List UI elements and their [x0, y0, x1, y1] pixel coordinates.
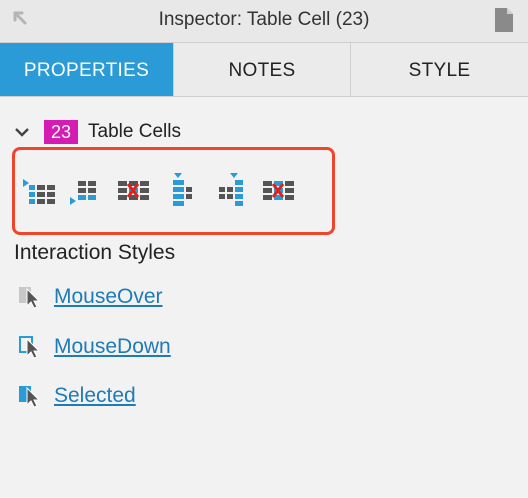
table-tools-group [12, 147, 335, 235]
mouseover-cursor-icon [19, 287, 41, 309]
inspector-title: Inspector: Table Cell (23) [158, 9, 370, 30]
mousedown-cursor-icon [19, 336, 41, 359]
interaction-style-mouseover[interactable]: MouseOver [18, 283, 163, 311]
interaction-style-mousedown[interactable]: MouseDown [18, 333, 171, 361]
mouseover-link[interactable]: MouseOver [54, 285, 163, 309]
delete-row-icon[interactable] [261, 172, 297, 208]
inspector-titlebar: Inspector: Table Cell (23) [0, 0, 528, 43]
chevron-down-icon[interactable] [12, 122, 32, 142]
interaction-styles-heading: Interaction Styles [14, 241, 176, 264]
tab-notes[interactable]: NOTES [173, 43, 351, 96]
table-cells-section-header[interactable]: 23 Table Cells [12, 118, 181, 146]
delete-column-icon[interactable] [116, 172, 152, 208]
insert-column-right-icon[interactable] [68, 172, 104, 208]
mousedown-link[interactable]: MouseDown [54, 335, 171, 359]
selected-link[interactable]: Selected [54, 384, 136, 408]
insert-row-below-icon[interactable] [213, 172, 249, 208]
inspector-tabs: PROPERTIES NOTES STYLE [0, 43, 528, 97]
selected-cursor-icon [19, 386, 41, 408]
cell-count-badge: 23 [44, 120, 79, 144]
tab-style[interactable]: STYLE [351, 43, 528, 96]
insert-row-above-icon[interactable] [165, 172, 201, 208]
document-icon[interactable] [494, 7, 514, 38]
interaction-style-selected[interactable]: Selected [18, 382, 136, 410]
insert-column-left-icon[interactable] [21, 172, 57, 208]
tab-properties[interactable]: PROPERTIES [0, 43, 173, 96]
section-title: Table Cells [88, 121, 181, 142]
